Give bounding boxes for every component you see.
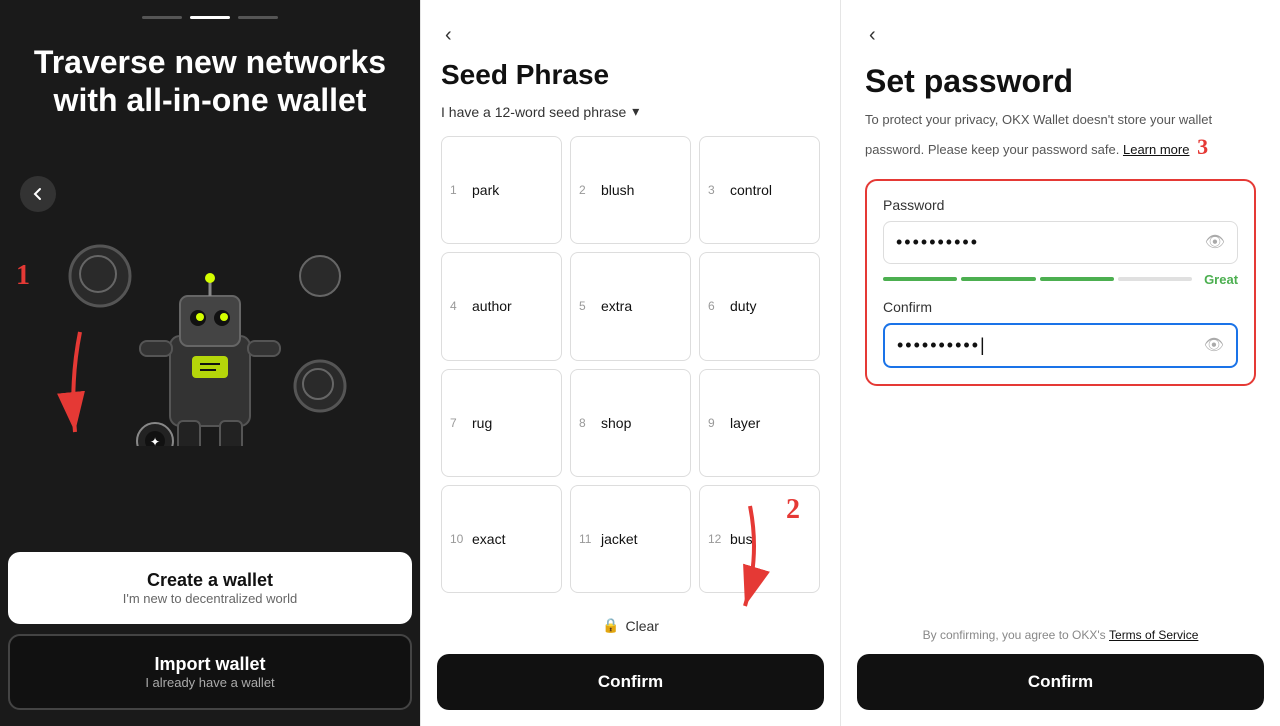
confirm-password-label: Confirm [883,299,1238,315]
word-text: author [472,298,512,314]
strength-segment-1 [883,277,957,281]
word-number: 3 [708,183,724,197]
strength-segment-4 [1118,277,1192,281]
word-text: rug [472,415,492,431]
word-number: 4 [450,299,466,313]
seed-word-cell[interactable]: 9 layer [699,369,820,477]
progress-indicator [142,16,278,19]
strength-label: Great [1204,272,1238,287]
illustration-area: ✦ 1 [0,120,420,552]
word-text: shop [601,415,631,431]
strength-segment-3 [1040,277,1114,281]
strength-segment-2 [961,277,1035,281]
annotation-3: 3 [1197,134,1208,159]
set-password-header: ‹ Set password To protect your privacy, … [841,0,1280,163]
progress-dot-1 [142,16,182,19]
back-button[interactable] [20,176,56,212]
progress-dot-2 [190,16,230,19]
panel-onboarding: Traverse new networks with all-in-one wa… [0,0,420,726]
word-number: 7 [450,416,466,430]
hero-title: Traverse new networks with all-in-one wa… [0,43,420,120]
clear-icon: 🔒 [602,617,619,634]
seed-word-cell[interactable]: 10 exact [441,485,562,593]
confirm-password-input[interactable]: ••••••••••| [897,335,1204,356]
password-label: Password [883,197,1238,213]
annotation-1: 1 [16,260,30,292]
seed-word-cell[interactable]: 11 jacket [570,485,691,593]
panel-seed-phrase: ‹ Seed Phrase I have a 12-word seed phra… [420,0,840,726]
set-password-confirm-button[interactable]: Confirm [857,654,1264,710]
seed-phrase-title: Seed Phrase [441,59,820,91]
annotation-2: 2 [786,494,800,526]
password-form-area: Password •••••••••• 👁 Great Confirm ••••… [865,179,1256,386]
terms-of-service-link[interactable]: Terms of Service [1109,628,1198,642]
word-text: duty [730,298,756,314]
seed-word-cell[interactable]: 6 duty [699,252,820,360]
panel-set-password: ‹ Set password To protect your privacy, … [840,0,1280,726]
create-wallet-button[interactable]: Create a wallet I'm new to decentralized… [8,552,412,624]
seed-phrase-back-button[interactable]: ‹ [441,20,456,51]
progress-dot-3 [238,16,278,19]
action-buttons: Create a wallet I'm new to decentralized… [0,552,420,726]
word-number: 2 [579,183,595,197]
seed-word-cell[interactable]: 7 rug [441,369,562,477]
seed-word-cell[interactable]: 2 blush [570,136,691,244]
set-password-title: Set password [865,63,1256,100]
import-wallet-label: Import wallet [154,654,265,675]
import-wallet-button[interactable]: Import wallet I already have a wallet [8,634,412,710]
seed-word-cell[interactable]: 4 author [441,252,562,360]
seed-words-grid: 1 park 2 blush 3 control 4 author 5 extra 6 duty 7 ru… [421,120,840,609]
set-password-back-button[interactable]: ‹ [865,20,880,51]
confirm-eye-icon[interactable]: 👁 [1204,335,1224,355]
set-password-description: To protect your privacy, OKX Wallet does… [865,110,1256,163]
word-text: exact [472,531,505,547]
word-text: layer [730,415,760,431]
word-number: 1 [450,183,466,197]
password-strength-bar: Great [883,272,1238,287]
word-text: jacket [601,531,638,547]
import-wallet-sublabel: I already have a wallet [145,675,274,690]
terms-text: By confirming, you agree to OKX's Terms … [841,628,1280,654]
seed-word-cell[interactable]: 1 park [441,136,562,244]
password-input-wrapper[interactable]: •••••••••• 👁 [883,221,1238,264]
seed-word-cell[interactable]: 5 extra [570,252,691,360]
word-number: 12 [708,532,724,546]
learn-more-link[interactable]: Learn more [1123,142,1189,157]
seed-word-cell[interactable]: 3 control [699,136,820,244]
word-text: park [472,182,499,198]
word-number: 10 [450,532,466,546]
create-wallet-sublabel: I'm new to decentralized world [123,591,297,606]
word-text: control [730,182,772,198]
create-wallet-label: Create a wallet [147,570,273,591]
seed-word-cell[interactable]: 12 bus [699,485,820,593]
seed-phrase-dropdown[interactable]: I have a 12-word seed phrase ▾ [441,103,820,120]
chevron-down-icon: ▾ [632,103,639,120]
word-text: extra [601,298,632,314]
svg-text:✦: ✦ [150,435,160,446]
seed-word-cell[interactable]: 8 shop [570,369,691,477]
word-text: bus [730,531,753,547]
word-number: 9 [708,416,724,430]
seed-phrase-confirm-button[interactable]: Confirm [437,654,824,710]
password-input[interactable]: •••••••••• [896,232,1205,253]
confirm-password-input-wrapper[interactable]: ••••••••••| 👁 [883,323,1238,368]
hero-illustration: ✦ [60,226,360,446]
word-number: 5 [579,299,595,313]
seed-phrase-header: ‹ Seed Phrase I have a 12-word seed phra… [421,0,840,120]
word-number: 8 [579,416,595,430]
word-text: blush [601,182,634,198]
word-number: 11 [579,532,595,546]
password-eye-icon[interactable]: 👁 [1205,232,1225,252]
word-number: 6 [708,299,724,313]
clear-button[interactable]: 🔒 Clear [594,609,667,642]
